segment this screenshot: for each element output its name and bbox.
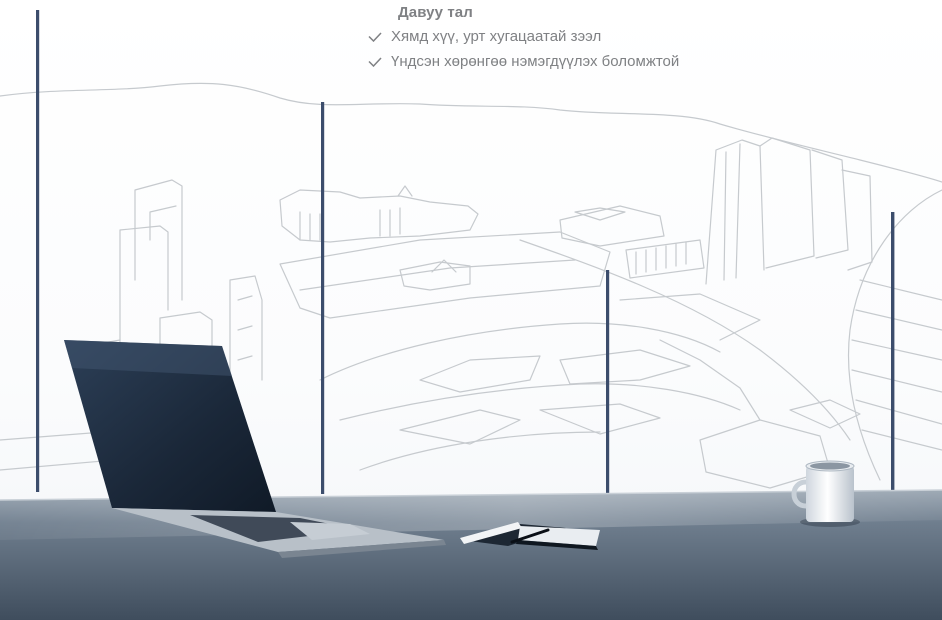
hero-banner: Давуу тал Хямд хүү, урт хугацаатай зээл … xyxy=(0,0,942,620)
desk-scene-illustration xyxy=(0,340,942,620)
